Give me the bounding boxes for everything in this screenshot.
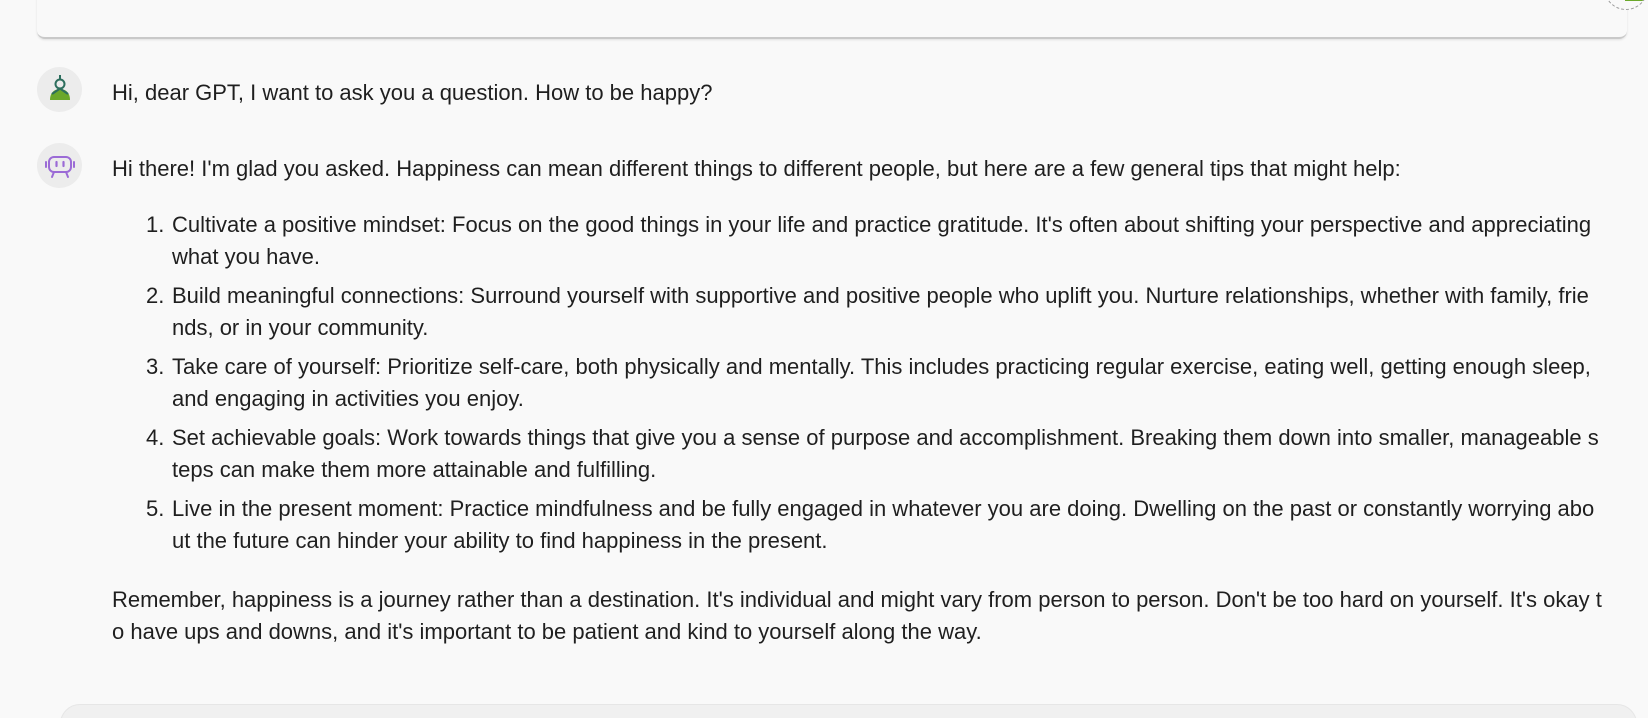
list-item-number: 4. (146, 425, 165, 450)
list-item-text: Build meaningful connections: Surround y… (172, 283, 1589, 340)
chat-page: Hi, dear GPT, I want to ask you a questi… (0, 0, 1648, 718)
assistant-closing: Remember, happiness is a journey rather … (112, 587, 1602, 644)
list-item: 5. Live in the present moment: Practice … (146, 493, 1599, 557)
list-item-number: 1. (146, 212, 165, 237)
list-item: 2. Build meaningful connections: Surroun… (146, 280, 1599, 344)
user-avatar (37, 67, 82, 112)
list-item: 4. Set achievable goals: Work towards th… (146, 422, 1599, 486)
tips-list: 1. Cultivate a positive mindset: Focus o… (0, 209, 1599, 564)
list-item-number: 3. (146, 354, 165, 379)
list-item-number: 5. (146, 496, 165, 521)
list-item-text: Live in the present moment: Practice min… (172, 496, 1595, 553)
assistant-intro: Hi there! I'm glad you asked. Happiness … (112, 156, 1401, 181)
list-item-text: Take care of yourself: Prioritize self-c… (172, 354, 1591, 411)
user-message-text: Hi, dear GPT, I want to ask you a questi… (112, 80, 713, 105)
list-item: 3. Take care of yourself: Prioritize sel… (146, 351, 1599, 415)
list-item-text: Cultivate a positive mindset: Focus on t… (172, 212, 1592, 269)
list-item-number: 2. (146, 283, 165, 308)
list-item: 1. Cultivate a positive mindset: Focus o… (146, 209, 1599, 273)
message-input-bar[interactable] (60, 704, 1637, 718)
list-item-text: Set achievable goals: Work towards thing… (172, 425, 1599, 482)
top-panel (37, 0, 1627, 39)
assistant-avatar (37, 143, 82, 188)
user-person-icon (49, 74, 70, 100)
robot-icon (44, 155, 75, 178)
